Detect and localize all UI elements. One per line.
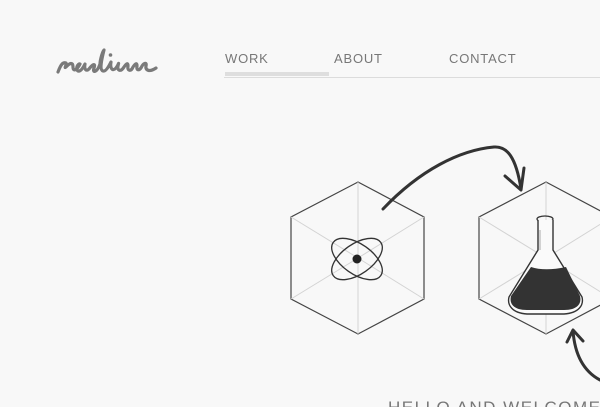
page: WORK ABOUT CONTACT bbox=[0, 0, 600, 407]
hero-illustration bbox=[290, 145, 600, 382]
flask-icon bbox=[507, 215, 584, 315]
curved-arrow-icon bbox=[381, 145, 526, 211]
flask-hexagon bbox=[478, 181, 600, 335]
return-arrow-icon bbox=[565, 328, 600, 382]
atom-icon bbox=[331, 237, 383, 281]
atom-hexagon bbox=[290, 181, 425, 335]
welcome-heading: HELLO AND WELCOME T bbox=[388, 398, 600, 407]
